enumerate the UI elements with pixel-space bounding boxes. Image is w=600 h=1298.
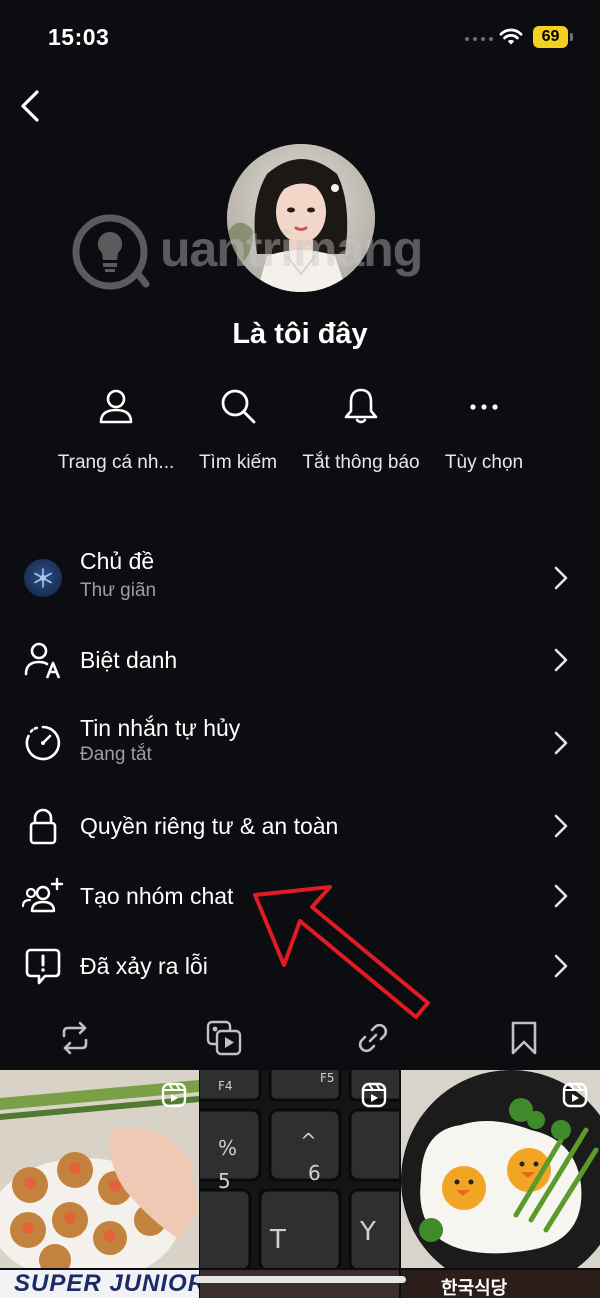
tab-media[interactable] bbox=[204, 1018, 244, 1058]
watermark-logo: uantrimang bbox=[70, 212, 423, 292]
search-action[interactable]: Tìm kiếm bbox=[173, 386, 303, 486]
status-bar: 15:03 69 bbox=[0, 0, 600, 80]
search-icon bbox=[221, 389, 256, 424]
battery-level: 69 bbox=[533, 26, 568, 48]
chevron-right-icon bbox=[554, 648, 568, 672]
home-indicator bbox=[194, 1276, 406, 1283]
chevron-right-icon bbox=[554, 814, 568, 838]
media-thumbnail[interactable]: 한국식당 bbox=[401, 1270, 600, 1298]
nickname-icon bbox=[24, 642, 61, 679]
annotation-arrow-icon bbox=[253, 885, 430, 1019]
wifi-icon bbox=[499, 28, 523, 45]
back-arrow-icon bbox=[21, 90, 39, 122]
reel-icon bbox=[361, 1082, 387, 1108]
options-action[interactable]: Tùy chọn bbox=[419, 386, 549, 486]
profile-name: Là tôi đây bbox=[232, 318, 368, 350]
cellular-signal-icon bbox=[465, 37, 493, 41]
menu-item-theme[interactable]: Chủ đề Thư giãn bbox=[0, 546, 600, 610]
svg-text:Y: Y bbox=[359, 1217, 376, 1247]
reel-icon bbox=[161, 1082, 187, 1108]
menu-item-privacy-title: Quyền riêng tư & an toàn bbox=[80, 813, 339, 839]
bookmark-icon bbox=[511, 1021, 537, 1055]
add-group-icon bbox=[22, 877, 64, 913]
tab-reposts[interactable] bbox=[55, 1018, 95, 1058]
chevron-right-icon bbox=[554, 566, 568, 590]
svg-text:F5: F5 bbox=[320, 1071, 335, 1085]
media-thumbnail[interactable] bbox=[0, 1070, 199, 1268]
media-thumbnail[interactable]: F4 F5 % 5 ^ 6 T Y bbox=[200, 1070, 399, 1268]
media-grid: F4 F5 % 5 ^ 6 T Y SUPER JUNIOR 한국식당 bbox=[0, 1070, 600, 1298]
thumbnail-text: SUPER JUNIOR L.S.S. bbox=[14, 1270, 199, 1297]
status-time: 15:03 bbox=[48, 24, 110, 50]
menu-item-vanish-mode-title: Tin nhắn tự hủy bbox=[80, 715, 241, 741]
timer-icon bbox=[25, 725, 61, 761]
svg-text:6: 6 bbox=[308, 1161, 321, 1185]
lightbulb-icon bbox=[72, 214, 150, 290]
back-button[interactable] bbox=[8, 84, 52, 128]
media-thumbnail[interactable] bbox=[401, 1070, 600, 1268]
link-icon bbox=[358, 1023, 388, 1053]
battery-indicator: 69 bbox=[533, 26, 573, 48]
menu-item-privacy[interactable]: Quyền riêng tư & an toàn bbox=[0, 794, 600, 858]
menu-item-create-group-title: Tạo nhóm chat bbox=[80, 883, 234, 909]
chevron-right-icon bbox=[554, 731, 568, 755]
options-action-label: Tùy chọn bbox=[444, 452, 524, 473]
menu-item-nickname[interactable]: Biệt danh bbox=[0, 628, 600, 692]
report-problem-icon bbox=[25, 948, 61, 985]
menu-item-vanish-mode-subtitle: Đang tắt bbox=[80, 744, 152, 765]
svg-text:5: 5 bbox=[218, 1169, 231, 1193]
watermark-text: uantrimang bbox=[160, 221, 423, 277]
media-thumbnail[interactable] bbox=[200, 1270, 399, 1298]
chevron-right-icon bbox=[554, 884, 568, 908]
menu-item-nickname-title: Biệt danh bbox=[80, 647, 178, 673]
media-thumbnail[interactable]: SUPER JUNIOR L.S.S. bbox=[0, 1270, 199, 1298]
thumbnail-text: 한국식당 bbox=[441, 1278, 508, 1298]
menu-item-theme-subtitle: Thư giãn bbox=[80, 580, 157, 601]
menu-item-vanish-mode[interactable]: Tin nhắn tự hủy Đang tắt bbox=[0, 711, 600, 775]
menu-item-report-problem-title: Đã xảy ra lỗi bbox=[80, 953, 208, 979]
profile-action[interactable]: Trang cá nh... bbox=[51, 386, 181, 486]
more-dots-icon bbox=[470, 404, 498, 410]
person-icon bbox=[99, 389, 133, 424]
media-icon bbox=[206, 1020, 242, 1056]
bell-icon bbox=[344, 388, 378, 424]
svg-text:%: % bbox=[218, 1136, 237, 1160]
lock-icon bbox=[29, 808, 57, 845]
theme-icon bbox=[24, 559, 62, 597]
repost-icon bbox=[62, 1021, 88, 1055]
svg-text:T: T bbox=[269, 1225, 286, 1255]
mute-action[interactable]: Tắt thông báo bbox=[296, 386, 426, 486]
svg-text:^: ^ bbox=[300, 1129, 317, 1153]
tab-saved[interactable] bbox=[504, 1018, 544, 1058]
svg-text:F4: F4 bbox=[218, 1079, 233, 1093]
menu-item-theme-title: Chủ đề bbox=[80, 548, 155, 574]
chevron-right-icon bbox=[554, 954, 568, 978]
reel-icon bbox=[562, 1082, 588, 1108]
